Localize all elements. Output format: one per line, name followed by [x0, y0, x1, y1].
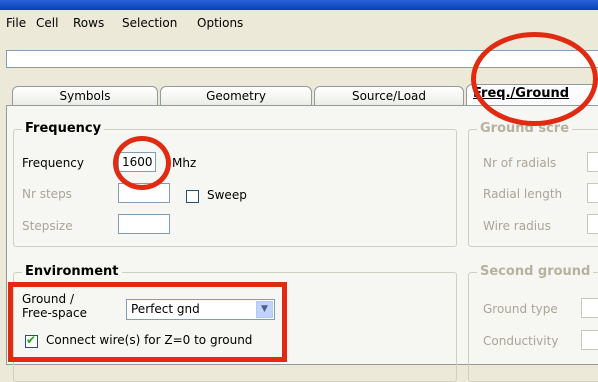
- sweep-checkbox[interactable]: [186, 190, 199, 203]
- menu-bar: File Cell Rows Selection Options: [0, 10, 598, 34]
- tab-geometry[interactable]: Geometry: [160, 86, 312, 106]
- menu-selection[interactable]: Selection: [122, 16, 177, 30]
- frequency-label: Frequency: [22, 156, 84, 170]
- tab-label: Geometry: [206, 89, 266, 103]
- menu-file[interactable]: File: [6, 16, 26, 30]
- second-ground-group: Second ground Ground type Conductivity: [468, 264, 598, 382]
- tab-label: Source/Load: [351, 89, 427, 103]
- nr-radials-input[interactable]: [587, 152, 598, 172]
- annotation-circle-tab: [471, 32, 598, 126]
- annotation-circle-frequency: [113, 136, 171, 190]
- annotation-rect-environment: [8, 282, 287, 362]
- second-ground-type-input[interactable]: [581, 298, 598, 318]
- wire-radius-label: Wire radius: [483, 219, 551, 233]
- tab-source-load[interactable]: Source/Load: [314, 86, 464, 106]
- tab-symbols[interactable]: Symbols: [12, 86, 158, 106]
- conductivity-label: Conductivity: [483, 334, 559, 348]
- stepsize-input[interactable]: [118, 214, 170, 234]
- frequency-group: Frequency Frequency 1600 Mhz Nr steps Sw…: [13, 121, 457, 247]
- title-bar: [0, 0, 598, 10]
- nr-radials-label: Nr of radials: [483, 156, 557, 170]
- frequency-legend: Frequency: [22, 121, 105, 136]
- frequency-unit: Mhz: [172, 156, 197, 170]
- radial-length-input[interactable]: [587, 183, 598, 203]
- stepsize-label: Stepsize: [22, 219, 73, 233]
- sweep-label: Sweep: [207, 188, 247, 202]
- tab-label: Symbols: [59, 89, 111, 103]
- ground-screen-group: Ground scre Nr of radials Radial length …: [468, 121, 598, 247]
- menu-cell[interactable]: Cell: [36, 16, 58, 30]
- menu-options[interactable]: Options: [197, 16, 243, 30]
- conductivity-input[interactable]: [581, 330, 598, 350]
- second-ground-legend: Second ground: [477, 264, 594, 279]
- nr-steps-label: Nr steps: [22, 187, 72, 201]
- wire-radius-input[interactable]: [587, 214, 598, 234]
- radial-length-label: Radial length: [483, 187, 563, 201]
- menu-rows[interactable]: Rows: [73, 16, 104, 30]
- environment-legend: Environment: [22, 264, 122, 279]
- ground-type-label: Ground type: [483, 302, 558, 316]
